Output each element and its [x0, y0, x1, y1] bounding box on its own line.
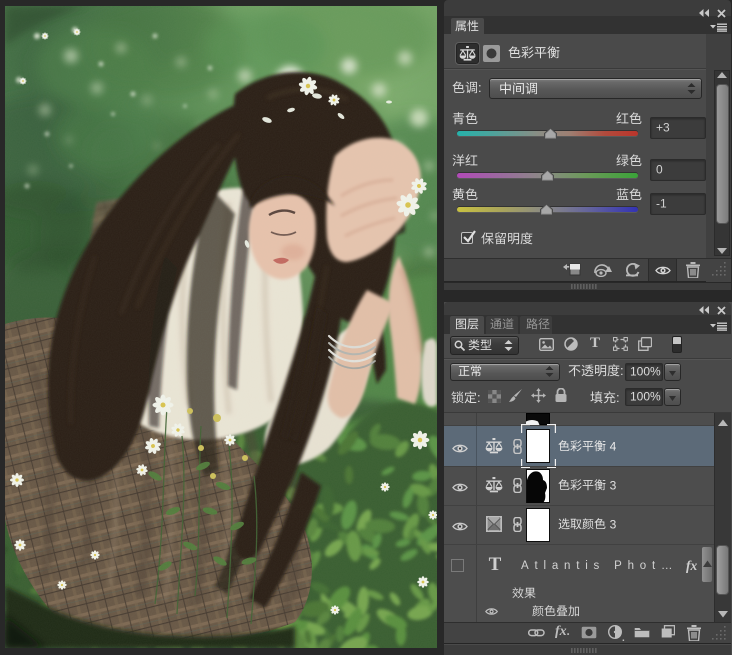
svg-text:-1: -1	[656, 197, 667, 210]
svg-text:4: 4	[610, 440, 617, 453]
svg-text::: :	[620, 364, 624, 378]
svg-text:3: 3	[610, 518, 617, 531]
svg-text:100%: 100%	[630, 390, 661, 403]
svg-text:100%: 100%	[630, 365, 661, 378]
svg-text:+3: +3	[656, 121, 670, 134]
svg-text:0: 0	[656, 163, 663, 176]
svg-text::: :	[478, 81, 482, 95]
svg-text::: :	[477, 391, 481, 405]
svg-text:3: 3	[610, 479, 617, 492]
svg-text::: :	[616, 391, 620, 405]
